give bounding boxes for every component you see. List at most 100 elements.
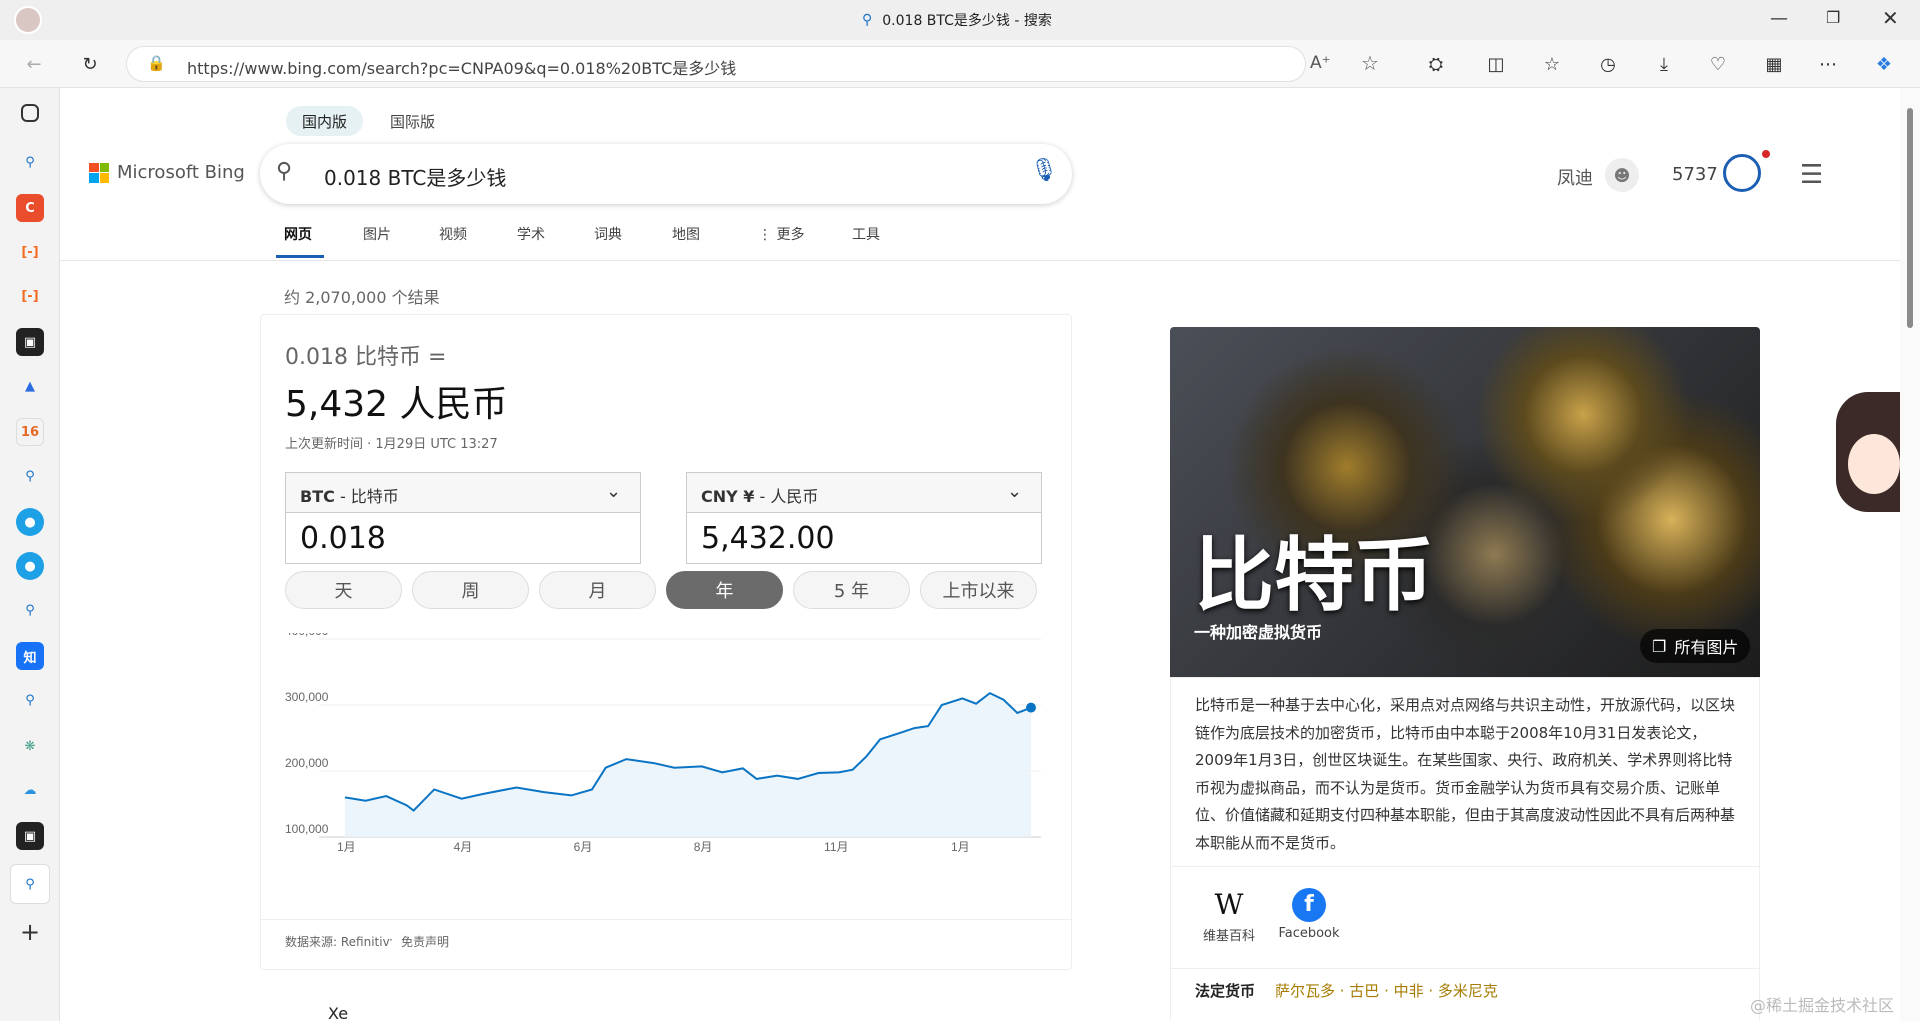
lock-icon: 🔒 [147, 54, 166, 72]
collections-icon[interactable]: ▦ [1758, 48, 1790, 80]
facebook-link[interactable]: f Facebook [1269, 888, 1349, 941]
nav-images[interactable]: 图片 [363, 224, 391, 244]
chatgpt-icon[interactable]: ❋ [16, 732, 44, 760]
favorite-star-icon[interactable]: ☆ [1361, 51, 1379, 75]
microsoft-logo-icon [89, 162, 109, 183]
favorites-icon[interactable]: ☆ [1536, 48, 1568, 80]
drive-icon[interactable]: ▲ [16, 372, 44, 400]
tabs-icon[interactable] [21, 104, 39, 122]
search-icon-active[interactable]: ⚲ [10, 864, 50, 904]
price-chart[interactable]: 100,000 200,000 300,000 400,000 1月 4月 6月 8月 11月 1… [271, 633, 1071, 853]
to-currency-name: - 人民币 [754, 487, 819, 506]
nav-academic[interactable]: 学术 [517, 224, 545, 244]
to-currency-code: CNY ¥ [701, 487, 755, 506]
mascot-sticker[interactable] [1836, 392, 1900, 512]
disclaimer-link[interactable]: 免责声明 [401, 933, 449, 950]
address-bar[interactable]: 🔒 https://www.bing.com/search?pc=CNPA09&… [126, 46, 1379, 82]
app-icon[interactable]: 16 [16, 418, 44, 446]
nav-dictionary[interactable]: 词典 [594, 224, 622, 244]
window-title: ⚲ 0.018 BTC是多少钱 - 搜索 [862, 12, 1052, 29]
card-footer-divider [261, 919, 1071, 920]
bird-icon-2[interactable]: ● [16, 552, 44, 580]
bitcoin-description: 比特币是一种基于去中心化，采用点对点网络与共识主动性，开放源代码，以区块链作为底… [1195, 696, 1736, 852]
copilot-icon[interactable]: ❖ [1868, 48, 1900, 80]
current-price-point[interactable] [1026, 702, 1036, 713]
user-name[interactable]: 凤迪 [1557, 164, 1593, 190]
facebook-icon: f [1292, 888, 1326, 922]
nav-web[interactable]: 网页 [284, 224, 312, 244]
juejin-icon-2[interactable]: ▣ [16, 822, 44, 850]
legal-tender-label: 法定货币 [1195, 982, 1256, 1000]
zhihu-icon[interactable]: 知 [16, 642, 44, 670]
all-images-button[interactable]: ❐ 所有图片 [1640, 629, 1751, 663]
read-aloud-icon[interactable]: A⁺ [1310, 53, 1331, 73]
separator-dot: · [389, 933, 393, 947]
range-month[interactable]: 月 [539, 571, 656, 609]
restore-button[interactable]: ❐ [1826, 8, 1840, 27]
user-avatar-icon[interactable]: ☻ [1605, 158, 1639, 192]
nav-active-underline [276, 255, 324, 258]
legal-tender-value[interactable]: 萨尔瓦多 · 古巴 · 中非 · 多米尼克 [1275, 980, 1498, 1001]
scrollbar-thumb[interactable] [1907, 108, 1913, 328]
range-day[interactable]: 天 [285, 571, 402, 609]
code-app-icon[interactable]: [-] [16, 238, 44, 266]
minimize-button[interactable]: — [1770, 8, 1788, 29]
extensions-icon[interactable]: ⛭ [1420, 48, 1452, 80]
next-result-title[interactable]: Xe [328, 1004, 348, 1021]
url-text[interactable]: https://www.bing.com/search?pc=CNPA09&q=… [187, 55, 736, 79]
range-week[interactable]: 周 [412, 571, 529, 609]
region-tab-intl[interactable]: 国际版 [374, 106, 451, 136]
bird-icon[interactable]: ● [16, 508, 44, 536]
currency-converter-card: 0.018 比特币 = 5,432 人民币 上次更新时间 · 1月29日 UTC… [260, 314, 1072, 970]
search-icon[interactable]: ⚲ [16, 148, 44, 176]
from-amount-input[interactable]: 0.018 [300, 521, 386, 556]
nav-more[interactable]: ⋮ 更多 [758, 224, 804, 244]
search-icon-4[interactable]: ⚲ [16, 686, 44, 714]
from-currency-code: BTC [300, 487, 335, 506]
profile-avatar[interactable] [14, 6, 42, 34]
wikipedia-icon: W [1214, 888, 1244, 921]
range-5year[interactable]: 5 年 [793, 571, 910, 609]
performance-icon[interactable]: ♡ [1702, 48, 1734, 80]
search-input[interactable]: 0.018 BTC是多少钱 [324, 162, 506, 191]
to-amount-input[interactable]: 5,432.00 [701, 521, 835, 556]
rewards-medal-icon[interactable] [1723, 154, 1761, 192]
more-menu-icon[interactable]: ⋯ [1812, 48, 1844, 80]
close-button[interactable]: ✕ [1882, 6, 1899, 30]
search-icon-2[interactable]: ⚲ [16, 462, 44, 490]
cloud-icon[interactable]: ☁ [16, 776, 44, 804]
nav-maps[interactable]: 地图 [672, 224, 700, 244]
hero-title: 比特币 [1194, 529, 1434, 622]
split-screen-icon[interactable]: ◫ [1480, 48, 1512, 80]
hamburger-menu-icon[interactable]: ☰ [1800, 160, 1823, 190]
code-app-icon-2[interactable]: [-] [16, 282, 44, 310]
bing-logo[interactable]: Microsoft Bing [89, 162, 245, 183]
wikipedia-link[interactable]: W 维基百科 [1199, 888, 1259, 944]
region-tab-cn[interactable]: 国内版 [286, 106, 364, 136]
history-icon[interactable]: ◷ [1592, 48, 1624, 80]
microphone-icon[interactable]: 🎙 [1030, 158, 1058, 183]
scrollbar[interactable] [1900, 88, 1920, 1021]
search-icon-3[interactable]: ⚲ [16, 596, 44, 624]
to-currency-box: CNY ¥ - 人民币 ⌄ 5,432.00 [686, 472, 1042, 564]
downloads-icon[interactable]: ⤓ [1648, 48, 1680, 80]
notification-dot [1762, 150, 1770, 158]
bitcoin-hero-image[interactable]: 比特币 一种加密虚拟货币 ❐ 所有图片 [1170, 327, 1760, 677]
search-icon: ⚲ [862, 12, 873, 28]
refresh-button[interactable]: ↻ [74, 48, 106, 80]
range-year[interactable]: 年 [666, 571, 783, 609]
nav-videos[interactable]: 视频 [439, 224, 467, 244]
search-box[interactable]: ⚲ 0.018 BTC是多少钱 🎙 [260, 144, 1072, 204]
range-all[interactable]: 上市以来 [920, 571, 1037, 609]
y-tick-label: 300,000 [285, 690, 329, 704]
x-tick-label: 1月 [337, 840, 356, 853]
juejin-icon[interactable]: ▣ [16, 328, 44, 356]
rewards-points[interactable]: 5737 [1672, 164, 1718, 185]
c-app-icon[interactable]: C [16, 194, 44, 222]
back-button[interactable]: ← [18, 48, 50, 80]
to-currency-select[interactable]: CNY ¥ - 人民币 ⌄ [687, 473, 1041, 513]
from-currency-select[interactable]: BTC - 比特币 ⌄ [286, 473, 640, 513]
add-icon[interactable]: + [16, 918, 44, 946]
nav-tools[interactable]: 工具 [852, 224, 880, 244]
x-tick-label: 11月 [824, 840, 848, 853]
